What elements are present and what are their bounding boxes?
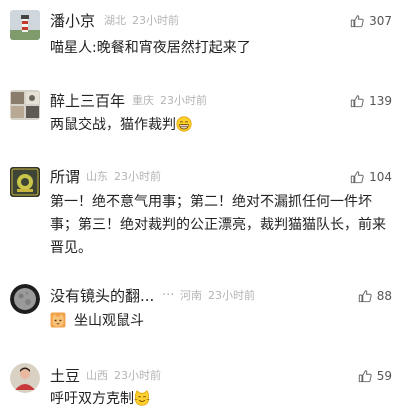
comment-text: 喵星人:晚餐和宵夜居然打起来了 (50, 37, 386, 60)
username[interactable]: 所谓 (50, 167, 80, 187)
thumbs-up-icon (350, 171, 364, 184)
comment-meta: 山西 23小时前 (86, 366, 161, 386)
comment-text: 坐山观鼠斗 (50, 310, 386, 333)
timestamp: 23小时前 (208, 289, 255, 302)
location: 山东 (86, 170, 108, 183)
comment-body: 第一！绝不意气用事；第二！绝对不漏抓任何一件坏事；第三！绝对裁判的公正漂亮，裁判… (50, 194, 386, 256)
grin-emoji (176, 116, 192, 132)
username[interactable]: 潘小京 (50, 11, 95, 31)
like-count: 104 (369, 170, 392, 184)
location: 湖北 (104, 14, 126, 27)
avatar[interactable] (10, 10, 40, 40)
thumbs-up-icon (350, 95, 364, 108)
avatar-lighthouse-image (10, 10, 40, 40)
location: 山西 (86, 369, 108, 382)
timestamp: 23小时前 (132, 14, 179, 27)
thumbs-up-icon (350, 15, 364, 28)
location: 重庆 (132, 94, 154, 107)
cat-emoji (50, 312, 66, 328)
avatar-collage-image (10, 90, 40, 120)
like-button[interactable]: 104 (350, 167, 392, 187)
location: 河南 (180, 289, 202, 302)
comment-meta: 湖北 23小时前 (104, 11, 179, 31)
comment-meta: 山东 23小时前 (86, 167, 161, 187)
timestamp: 23小时前 (114, 170, 161, 183)
like-count: 59 (376, 369, 392, 383)
comment-text: 两鼠交战，猫作裁判 (50, 114, 386, 137)
avatar[interactable] (10, 284, 40, 314)
avatar-person-image (10, 363, 40, 393)
thumbs-up-icon (358, 370, 372, 383)
comment-body: 呼吁双方克制 (50, 391, 134, 407)
username[interactable]: 土豆 (50, 366, 80, 386)
comment-meta: 重庆 23小时前 (132, 91, 207, 111)
avatar[interactable] (10, 90, 40, 120)
comment-body: 坐山观鼠斗 (74, 313, 144, 329)
avatar-moon-image (10, 284, 40, 314)
thumbs-up-icon (358, 290, 372, 303)
comment-body: 喵星人:晚餐和宵夜居然打起来了 (50, 40, 251, 56)
like-count: 88 (376, 289, 392, 303)
avatar[interactable] (10, 167, 40, 197)
like-count: 139 (369, 94, 392, 108)
comment-text: 呼吁双方克制 (50, 388, 386, 410)
avatar-badge-image (10, 167, 40, 197)
avatar[interactable] (10, 363, 40, 393)
like-button[interactable]: 88 (358, 286, 392, 306)
like-count: 307 (369, 14, 392, 28)
like-button[interactable]: 307 (350, 11, 392, 31)
comment-meta: 河南 23小时前 (180, 286, 255, 306)
like-button[interactable]: 59 (358, 366, 392, 386)
more-dots-icon[interactable]: ··· (162, 286, 174, 306)
comment-body: 两鼠交战，猫作裁判 (50, 117, 176, 133)
timestamp: 23小时前 (114, 369, 161, 382)
like-button[interactable]: 139 (350, 91, 392, 111)
comment-text: 第一！绝不意气用事；第二！绝对不漏抓任何一件坏事；第三！绝对裁判的公正漂亮，裁判… (50, 191, 386, 260)
username[interactable]: 没有镜头的翻... (50, 286, 154, 306)
comment-list: 潘小京 湖北 23小时前 307 喵星人:晚餐和宵夜居然打起来了 醉上三百年 重庆… (0, 0, 404, 410)
timestamp: 23小时前 (160, 94, 207, 107)
username[interactable]: 醉上三百年 (50, 91, 125, 111)
cat-face-emoji (134, 390, 150, 406)
